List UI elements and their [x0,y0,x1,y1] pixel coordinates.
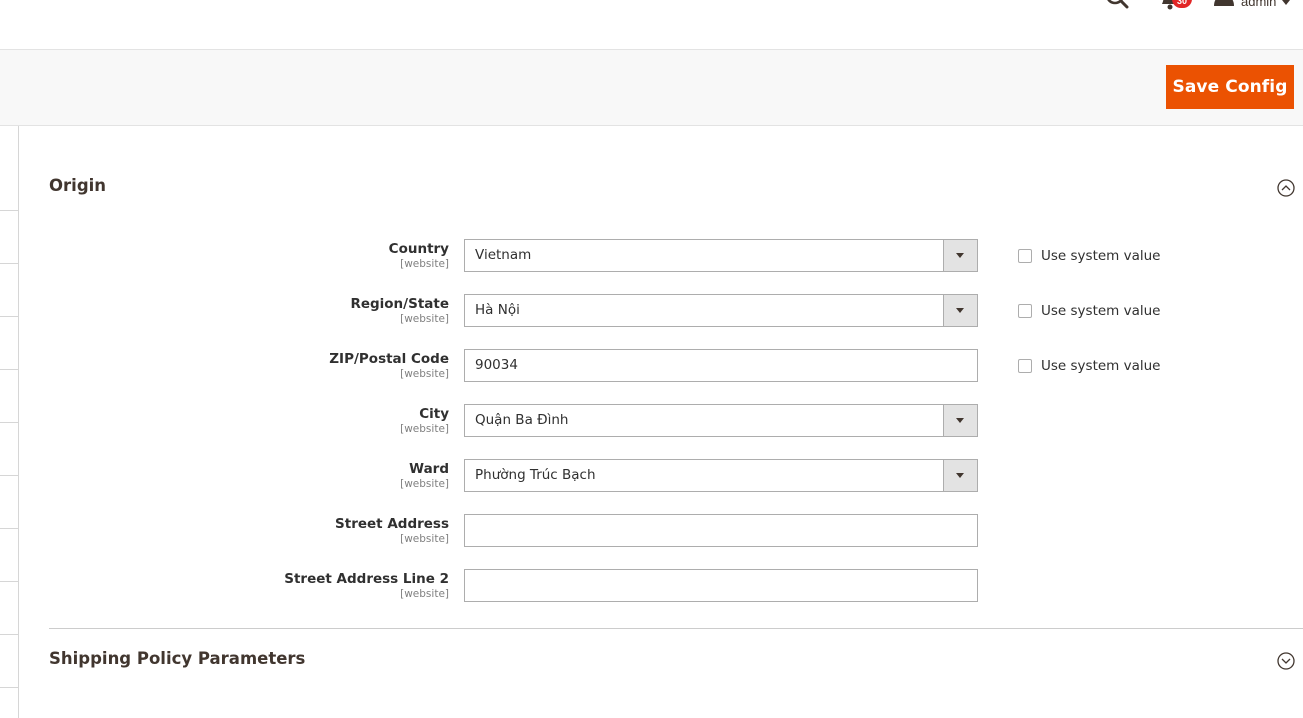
config-tabs-sidebar [0,126,19,718]
field-label-country: Country [website] [389,241,449,271]
country-select[interactable]: Vietnam [464,239,978,272]
label-ward: Ward [409,461,449,477]
zip-input[interactable]: 90034 [464,349,978,382]
field-label-region: Region/State [website] [350,296,449,326]
search-icon[interactable] [1104,0,1132,14]
checkbox[interactable] [1018,359,1032,373]
chevron-down-icon [943,405,977,436]
label-zip: ZIP/Postal Code [329,351,449,367]
checkbox[interactable] [1018,249,1032,263]
field-label-zip: ZIP/Postal Code [website] [329,351,449,381]
sidebar-divider [0,422,18,423]
region-value: Hà Nội [475,302,520,318]
zip-value: 90034 [475,357,518,373]
scope-region: [website] [400,313,449,325]
sidebar-divider [0,316,18,317]
use-system-value-region[interactable]: Use system value [1018,303,1160,319]
chevron-down-icon [943,240,977,271]
use-system-value-label: Use system value [1041,303,1161,319]
section-title-shipping-policy[interactable]: Shipping Policy Parameters [49,649,305,668]
scope-street1: [website] [400,533,449,545]
use-system-value-label: Use system value [1041,358,1161,374]
chevron-down-icon [943,295,977,326]
sidebar-divider [0,581,18,582]
label-city: City [419,406,449,422]
sidebar-divider [0,528,18,529]
country-value: Vietnam [475,247,532,263]
ward-value: Phường Trúc Bạch [475,467,596,483]
label-country: Country [388,241,449,257]
street-address-input[interactable] [464,514,978,547]
admin-header: 30 admin [0,0,1303,50]
label-street2: Street Address Line 2 [284,571,449,587]
label-region: Region/State [350,296,449,312]
region-select[interactable]: Hà Nội [464,294,978,327]
city-value: Quận Ba Đình [475,412,569,428]
section-divider [49,628,1303,629]
ward-select[interactable]: Phường Trúc Bạch [464,459,978,492]
scope-zip: [website] [400,368,449,380]
user-icon [1214,0,1234,6]
city-select[interactable]: Quận Ba Đình [464,404,978,437]
user-name: admin [1241,0,1277,9]
use-system-value-zip[interactable]: Use system value [1018,358,1160,374]
page-actions-bar: Save Config [0,50,1303,126]
sidebar-divider [0,263,18,264]
use-system-value-country[interactable]: Use system value [1018,248,1160,264]
sidebar-divider [0,369,18,370]
save-config-button[interactable]: Save Config [1166,65,1294,109]
user-menu[interactable]: admin [1213,0,1291,10]
field-label-street1: Street Address [website] [335,516,449,546]
chevron-down-icon [1282,0,1291,5]
expand-down-icon[interactable] [1277,652,1295,670]
field-label-ward: Ward [website] [400,461,449,491]
chevron-down-icon [943,460,977,491]
field-label-city: City [website] [400,406,449,436]
checkbox[interactable] [1018,304,1032,318]
label-street1: Street Address [335,516,449,532]
sidebar-divider [0,475,18,476]
street-address-line2-input[interactable] [464,569,978,602]
scope-country: [website] [400,258,449,270]
use-system-value-label: Use system value [1041,248,1161,264]
scope-ward: [website] [400,478,449,490]
section-title-origin[interactable]: Origin [49,176,106,195]
sidebar-divider [0,634,18,635]
sidebar-divider [0,687,18,688]
scope-street2: [website] [400,588,449,600]
scope-city: [website] [400,423,449,435]
sidebar-divider [0,210,18,211]
collapse-up-icon[interactable] [1277,179,1295,197]
field-label-street2: Street Address Line 2 [website] [284,571,449,601]
